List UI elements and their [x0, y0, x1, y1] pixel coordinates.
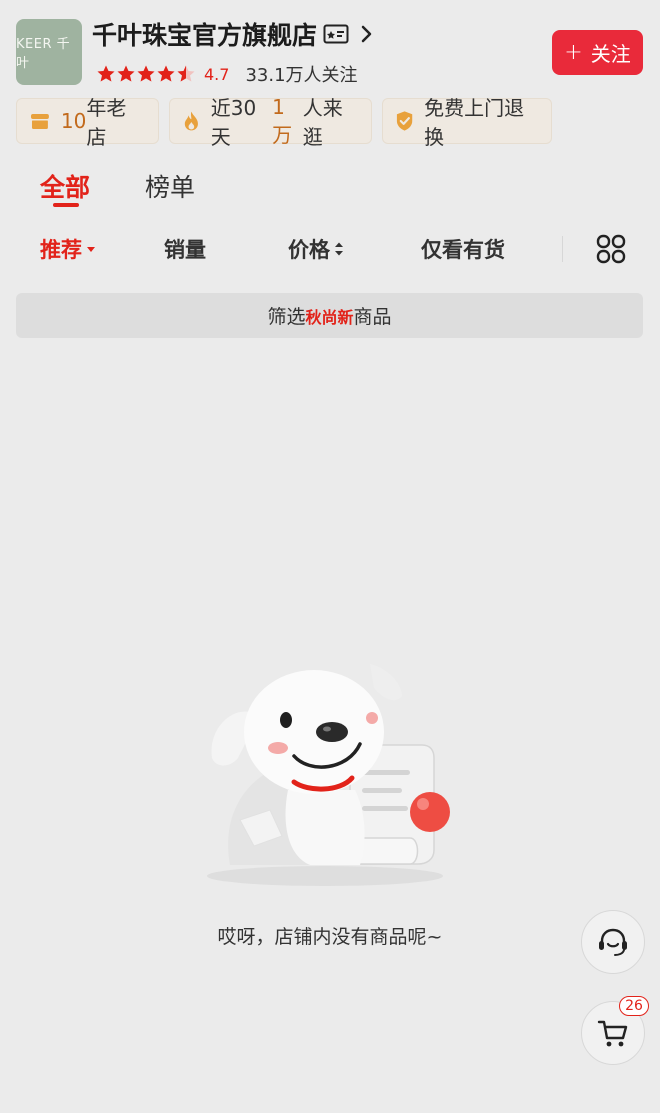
filter-banner-suffix: 商品 [353, 306, 392, 328]
badge-free-return[interactable]: 免费上门退换 [382, 96, 552, 149]
tab-rankings[interactable]: 榜单 [145, 168, 195, 204]
tab-all[interactable]: 全部 [40, 168, 90, 204]
empty-state-message: 哎呀，店铺内没有商品呢~ [217, 926, 443, 948]
headset-icon [599, 928, 627, 956]
caret-down-icon [87, 247, 95, 252]
badge-visitors-text: 人来逛 [302, 96, 343, 149]
sort-price[interactable]: 价格 [288, 234, 344, 264]
grid-view-icon[interactable] [596, 234, 626, 264]
star-icon [117, 65, 135, 82]
sort-recommended[interactable]: 推荐 [40, 234, 96, 264]
plus-icon: + [564, 40, 583, 65]
filter-banner[interactable]: 筛选 秋尚新 商品 [16, 293, 643, 338]
filter-banner-highlight: 秋尚新 [305, 307, 354, 327]
badge-visitors-count: 1万 [272, 94, 293, 147]
cart-count-badge: 26 [619, 996, 649, 1016]
follower-count: 33.1万人关注 [245, 65, 358, 86]
sort-recommended-label: 推荐 [40, 238, 82, 262]
store-icon [30, 114, 49, 129]
tab-active-indicator [53, 203, 79, 207]
sort-divider [562, 236, 563, 262]
badge-store-age[interactable]: 10 年老店 [16, 96, 159, 149]
shield-check-icon [396, 111, 413, 131]
follow-button[interactable]: + 关注 [552, 30, 643, 75]
sort-in-stock[interactable]: 仅看有货 [421, 234, 505, 264]
id-card-icon [323, 24, 349, 44]
follow-button-label: 关注 [590, 42, 631, 66]
badge-store-age-text: 年老店 [86, 96, 127, 149]
star-icon [177, 65, 195, 82]
badge-visitors-prefix: 近30天 [210, 96, 257, 149]
flame-icon [184, 111, 198, 131]
badge-store-age-years: 10 [60, 109, 87, 133]
star-icon [157, 65, 175, 82]
chevron-right-icon [361, 25, 373, 43]
star-icon [137, 65, 155, 82]
sort-arrows-icon [335, 242, 343, 256]
rating-row: 4.7 33.1万人关注 [96, 61, 358, 87]
sort-sales-label: 销量 [164, 238, 206, 262]
empty-mascot-illustration [207, 664, 450, 886]
badge-free-return-text: 免费上门退换 [424, 96, 525, 149]
store-name: 千叶珠宝官方旗舰店 [92, 21, 318, 50]
store-logo[interactable]: KEER 千叶 [16, 19, 82, 85]
rating-stars [96, 64, 196, 84]
badge-visitors[interactable]: 近30天 1万 人来逛 [169, 95, 372, 149]
sort-sales[interactable]: 销量 [164, 234, 206, 264]
store-page: KEER 千叶 千叶珠宝官方旗舰店 4.7 33.1万人关注 + 关注 10 年… [0, 0, 660, 1113]
store-logo-text: KEER 千叶 [16, 37, 71, 71]
filter-banner-prefix: 筛选 [267, 306, 306, 328]
rating-value: 4.7 [204, 64, 230, 84]
store-name-link[interactable]: 千叶珠宝官方旗舰店 [92, 16, 373, 52]
cart-icon [597, 1020, 628, 1047]
sort-in-stock-label: 仅看有货 [421, 238, 505, 262]
customer-service-button[interactable] [581, 910, 645, 974]
star-icon [97, 65, 115, 82]
sort-price-label: 价格 [288, 238, 330, 262]
